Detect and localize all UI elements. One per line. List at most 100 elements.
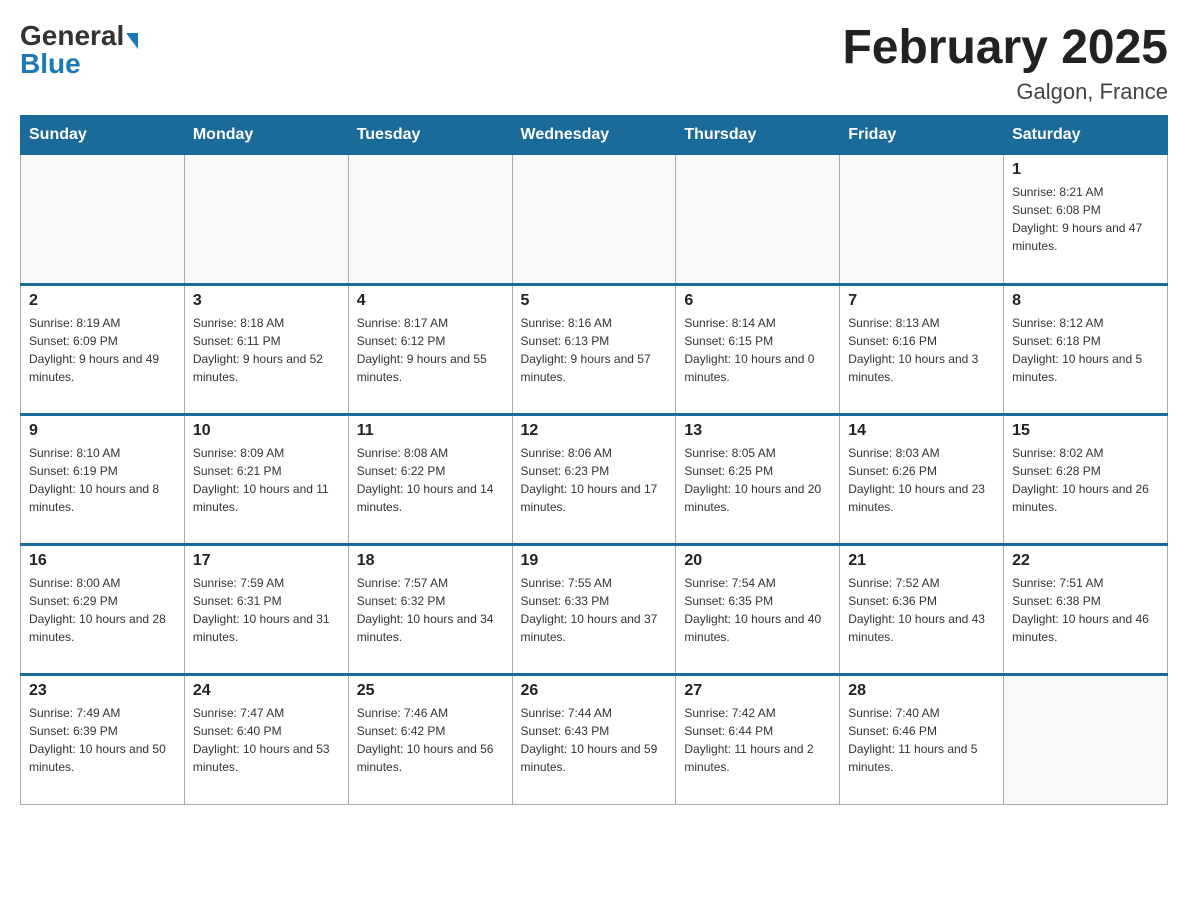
calendar-week-row: 1Sunrise: 8:21 AMSunset: 6:08 PMDaylight… (21, 155, 1168, 285)
day-info: Sunrise: 7:54 AMSunset: 6:35 PMDaylight:… (684, 574, 831, 646)
calendar-cell (840, 155, 1004, 285)
calendar-week-row: 9Sunrise: 8:10 AMSunset: 6:19 PMDaylight… (21, 415, 1168, 545)
day-info: Sunrise: 7:55 AMSunset: 6:33 PMDaylight:… (521, 574, 668, 646)
title-section: February 2025 Galgon, France (842, 20, 1168, 105)
day-of-week-header: Saturday (1004, 116, 1168, 155)
days-of-week-row: SundayMondayTuesdayWednesdayThursdayFrid… (21, 116, 1168, 155)
day-number: 15 (1012, 422, 1159, 440)
calendar-week-row: 23 Sunrise: 7:49 AMSunset: 6:39 PMDayligh… (21, 675, 1168, 805)
logo-arrow-icon (126, 33, 138, 49)
calendar-cell: 20 Sunrise: 7:54 AMSunset: 6:35 PMDayligh… (676, 545, 840, 675)
calendar-cell: 25 Sunrise: 7:46 AMSunset: 6:42 PMDayligh… (348, 675, 512, 805)
day-info: Sunrise: 8:09 AMSunset: 6:21 PMDaylight:… (193, 444, 340, 516)
day-number: 27 (684, 682, 831, 700)
day-info: Sunrise: 8:08 AMSunset: 6:22 PMDaylight:… (357, 444, 504, 516)
day-number: 19 (521, 552, 668, 570)
calendar-cell: 7 Sunrise: 8:13 AMSunset: 6:16 PMDaylight… (840, 285, 1004, 415)
day-info: Sunrise: 8:05 AMSunset: 6:25 PMDaylight:… (684, 444, 831, 516)
day-info: Sunrise: 8:03 AMSunset: 6:26 PMDaylight:… (848, 444, 995, 516)
day-of-week-header: Tuesday (348, 116, 512, 155)
calendar-cell: 19 Sunrise: 7:55 AMSunset: 6:33 PMDayligh… (512, 545, 676, 675)
day-info: Sunrise: 8:17 AMSunset: 6:12 PMDaylight:… (357, 314, 504, 386)
day-number: 16 (29, 552, 176, 570)
day-info: Sunrise: 7:47 AMSunset: 6:40 PMDaylight:… (193, 704, 340, 776)
calendar-cell: 22Sunrise: 7:51 AMSunset: 6:38 PMDayligh… (1004, 545, 1168, 675)
day-number: 1 (1012, 161, 1159, 179)
day-info: Sunrise: 7:51 AMSunset: 6:38 PMDaylight:… (1012, 574, 1159, 646)
calendar-cell: 6Sunrise: 8:14 AMSunset: 6:15 PMDaylight… (676, 285, 840, 415)
day-of-week-header: Monday (184, 116, 348, 155)
day-number: 6 (684, 292, 831, 310)
calendar-cell: 3 Sunrise: 8:18 AMSunset: 6:11 PMDaylight… (184, 285, 348, 415)
day-number: 17 (193, 552, 340, 570)
day-number: 23 (29, 682, 176, 700)
calendar-cell (676, 155, 840, 285)
calendar-cell: 1Sunrise: 8:21 AMSunset: 6:08 PMDaylight… (1004, 155, 1168, 285)
page-header: General Blue February 2025 Galgon, Franc… (20, 20, 1168, 105)
calendar-cell: 28 Sunrise: 7:40 AMSunset: 6:46 PMDayligh… (840, 675, 1004, 805)
calendar-cell: 16 Sunrise: 8:00 AMSunset: 6:29 PMDayligh… (21, 545, 185, 675)
calendar-cell (348, 155, 512, 285)
day-number: 18 (357, 552, 504, 570)
calendar-cell: 17 Sunrise: 7:59 AMSunset: 6:31 PMDayligh… (184, 545, 348, 675)
calendar-cell: 9Sunrise: 8:10 AMSunset: 6:19 PMDaylight… (21, 415, 185, 545)
calendar-cell: 18 Sunrise: 7:57 AMSunset: 6:32 PMDayligh… (348, 545, 512, 675)
calendar-table: SundayMondayTuesdayWednesdayThursdayFrid… (20, 115, 1168, 805)
day-info: Sunrise: 7:42 AMSunset: 6:44 PMDaylight:… (684, 704, 831, 776)
day-number: 8 (1012, 292, 1159, 310)
day-of-week-header: Sunday (21, 116, 185, 155)
calendar-cell (512, 155, 676, 285)
calendar-cell: 10 Sunrise: 8:09 AMSunset: 6:21 PMDayligh… (184, 415, 348, 545)
day-number: 14 (848, 422, 995, 440)
day-info: Sunrise: 7:57 AMSunset: 6:32 PMDaylight:… (357, 574, 504, 646)
calendar-cell (184, 155, 348, 285)
calendar-week-row: 2Sunrise: 8:19 AMSunset: 6:09 PMDaylight… (21, 285, 1168, 415)
calendar-cell: 14 Sunrise: 8:03 AMSunset: 6:26 PMDayligh… (840, 415, 1004, 545)
day-number: 26 (521, 682, 668, 700)
calendar-title: February 2025 (842, 20, 1168, 75)
calendar-body: 1Sunrise: 8:21 AMSunset: 6:08 PMDaylight… (21, 155, 1168, 805)
logo: General Blue (20, 20, 138, 80)
calendar-cell: 15 Sunrise: 8:02 AMSunset: 6:28 PMDayligh… (1004, 415, 1168, 545)
calendar-week-row: 16 Sunrise: 8:00 AMSunset: 6:29 PMDayligh… (21, 545, 1168, 675)
calendar-cell: 2Sunrise: 8:19 AMSunset: 6:09 PMDaylight… (21, 285, 185, 415)
day-info: Sunrise: 8:16 AMSunset: 6:13 PMDaylight:… (521, 314, 668, 386)
logo-blue-text: Blue (20, 48, 81, 80)
day-of-week-header: Thursday (676, 116, 840, 155)
day-info: Sunrise: 8:13 AMSunset: 6:16 PMDaylight:… (848, 314, 995, 386)
day-number: 20 (684, 552, 831, 570)
calendar-cell: 24 Sunrise: 7:47 AMSunset: 6:40 PMDayligh… (184, 675, 348, 805)
day-of-week-header: Friday (840, 116, 1004, 155)
day-number: 7 (848, 292, 995, 310)
calendar-cell (21, 155, 185, 285)
day-info: Sunrise: 7:59 AMSunset: 6:31 PMDaylight:… (193, 574, 340, 646)
day-number: 13 (684, 422, 831, 440)
calendar-cell: 13 Sunrise: 8:05 AMSunset: 6:25 PMDayligh… (676, 415, 840, 545)
day-info: Sunrise: 8:10 AMSunset: 6:19 PMDaylight:… (29, 444, 176, 516)
day-info: Sunrise: 7:44 AMSunset: 6:43 PMDaylight:… (521, 704, 668, 776)
calendar-cell: 5Sunrise: 8:16 AMSunset: 6:13 PMDaylight… (512, 285, 676, 415)
day-info: Sunrise: 8:02 AMSunset: 6:28 PMDaylight:… (1012, 444, 1159, 516)
day-info: Sunrise: 7:46 AMSunset: 6:42 PMDaylight:… (357, 704, 504, 776)
calendar-cell: 23 Sunrise: 7:49 AMSunset: 6:39 PMDayligh… (21, 675, 185, 805)
calendar-cell: 8 Sunrise: 8:12 AMSunset: 6:18 PMDaylight… (1004, 285, 1168, 415)
day-info: Sunrise: 7:40 AMSunset: 6:46 PMDaylight:… (848, 704, 995, 776)
day-info: Sunrise: 7:52 AMSunset: 6:36 PMDaylight:… (848, 574, 995, 646)
day-number: 28 (848, 682, 995, 700)
day-number: 3 (193, 292, 340, 310)
calendar-cell: 21Sunrise: 7:52 AMSunset: 6:36 PMDayligh… (840, 545, 1004, 675)
day-number: 25 (357, 682, 504, 700)
day-info: Sunrise: 8:19 AMSunset: 6:09 PMDaylight:… (29, 314, 176, 386)
calendar-cell: 26 Sunrise: 7:44 AMSunset: 6:43 PMDayligh… (512, 675, 676, 805)
day-number: 12 (521, 422, 668, 440)
calendar-header: SundayMondayTuesdayWednesdayThursdayFrid… (21, 116, 1168, 155)
calendar-cell: 27 Sunrise: 7:42 AMSunset: 6:44 PMDayligh… (676, 675, 840, 805)
calendar-subtitle: Galgon, France (842, 79, 1168, 105)
day-info: Sunrise: 7:49 AMSunset: 6:39 PMDaylight:… (29, 704, 176, 776)
calendar-cell (1004, 675, 1168, 805)
day-info: Sunrise: 8:12 AMSunset: 6:18 PMDaylight:… (1012, 314, 1159, 386)
day-info: Sunrise: 8:00 AMSunset: 6:29 PMDaylight:… (29, 574, 176, 646)
day-info: Sunrise: 8:18 AMSunset: 6:11 PMDaylight:… (193, 314, 340, 386)
day-number: 24 (193, 682, 340, 700)
day-number: 10 (193, 422, 340, 440)
